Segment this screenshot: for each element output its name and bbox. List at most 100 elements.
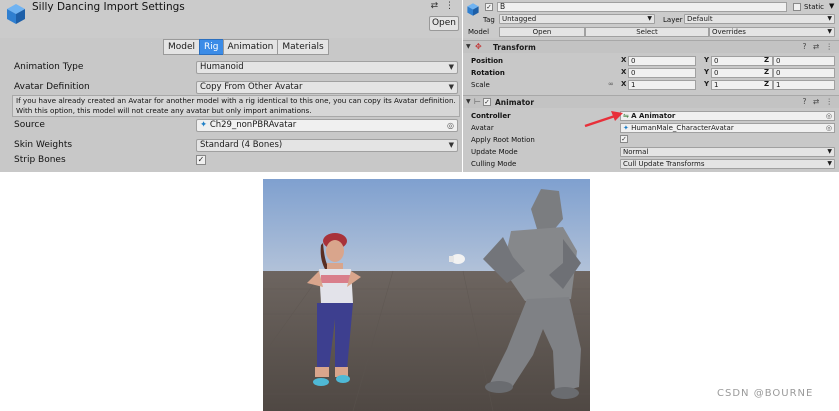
update-mode-dropdown[interactable]: Normal ▼ xyxy=(620,147,835,157)
rotation-x-field[interactable]: 0 xyxy=(628,68,696,78)
tag-dropdown[interactable]: Untagged ▼ xyxy=(499,14,655,24)
rotation-label: Rotation xyxy=(471,69,505,77)
gameobject-active-checkbox[interactable]: ✓ xyxy=(485,3,493,11)
overrides-label: Overrides xyxy=(712,28,746,36)
import-settings-panel: Silly Dancing Import Settings ⇄ ⋮ Open M… xyxy=(0,0,462,172)
animation-type-row: Animation Type Humanoid ▼ xyxy=(0,60,462,76)
strip-bones-checkbox[interactable]: ✓ xyxy=(196,155,206,165)
avatar-label: Avatar xyxy=(471,124,494,132)
layer-value: Default xyxy=(687,15,713,23)
dropdown-arrow-icon: ▼ xyxy=(448,63,454,71)
object-picker-icon[interactable]: ◎ xyxy=(826,112,832,120)
avatar-value: HumanMale_CharacterAvatar xyxy=(631,124,734,132)
y-axis-label: Y xyxy=(704,68,710,76)
position-row: Position X 0 Y 0 Z 0 xyxy=(463,56,839,67)
static-checkbox[interactable] xyxy=(793,3,801,11)
model-select-button[interactable]: Select xyxy=(585,27,709,37)
animation-type-value: Humanoid xyxy=(200,62,244,72)
avatar-definition-label: Avatar Definition xyxy=(14,82,90,92)
avatar-icon: ✦ xyxy=(200,120,208,130)
skin-weights-value: Standard (4 Bones) xyxy=(200,140,283,150)
avatar-help-box: If you have already created an Avatar fo… xyxy=(12,95,460,117)
import-settings-header: Silly Dancing Import Settings ⇄ ⋮ Open xyxy=(0,0,462,38)
culling-mode-dropdown[interactable]: Cull Update Transforms ▼ xyxy=(620,159,835,169)
prefab-icon xyxy=(467,3,479,16)
annotation-arrow-icon xyxy=(584,111,623,128)
rotation-row: Rotation X 0 Y 0 Z 0 xyxy=(463,68,839,79)
position-z-field[interactable]: 0 xyxy=(773,56,835,66)
model-open-button[interactable]: Open xyxy=(499,27,585,37)
header-menu-icons[interactable]: ⇄ ⋮ xyxy=(431,1,456,11)
help-text-line-2: With this option, this model will not cr… xyxy=(16,106,312,115)
watermark: CSDN @BOURNE xyxy=(717,388,814,399)
foldout-arrow-icon[interactable]: ▼ xyxy=(466,43,471,50)
position-x-field[interactable]: 0 xyxy=(628,56,696,66)
object-picker-icon[interactable]: ◎ xyxy=(447,120,454,131)
update-mode-label: Update Mode xyxy=(471,148,518,156)
tab-rig[interactable]: Rig xyxy=(199,39,224,55)
skin-weights-label: Skin Weights xyxy=(14,140,73,150)
layer-dropdown[interactable]: Default ▼ xyxy=(684,14,835,24)
scale-label: Scale xyxy=(471,81,490,89)
dropdown-arrow-icon: ▼ xyxy=(448,141,454,149)
avatar-definition-dropdown[interactable]: Copy From Other Avatar ▼ xyxy=(196,81,458,94)
y-axis-label: Y xyxy=(704,56,710,64)
model-asset-icon xyxy=(7,4,25,24)
scale-row: Scale ∞ X 1 Y 1 Z 1 xyxy=(463,80,839,91)
tag-label: Tag xyxy=(483,16,495,24)
apply-root-motion-label: Apply Root Motion xyxy=(471,136,535,144)
import-settings-title: Silly Dancing Import Settings xyxy=(32,1,185,13)
dropdown-arrow-icon: ▼ xyxy=(827,160,832,167)
component-menu-icons[interactable]: ? ⇄ ⋮ xyxy=(802,97,835,106)
transform-icon: ✥ xyxy=(475,42,482,51)
scene-view[interactable] xyxy=(263,179,590,411)
transform-component-header[interactable]: ▼ ✥ Transform ? ⇄ ⋮ xyxy=(463,40,839,53)
component-menu-icons[interactable]: ? ⇄ ⋮ xyxy=(802,42,835,51)
animation-type-dropdown[interactable]: Humanoid ▼ xyxy=(196,61,458,74)
gameobject-header: ✓ B Static ▼ Tag Untagged ▼ Layer Defaul… xyxy=(463,0,839,38)
overrides-dropdown[interactable]: Overrides ▼ xyxy=(709,27,835,37)
animator-title: Animator xyxy=(495,98,535,107)
tag-value: Untagged xyxy=(502,15,537,23)
link-scale-icon[interactable]: ∞ xyxy=(608,80,614,88)
import-tabs: Model Rig Animation Materials xyxy=(163,39,329,55)
strip-bones-row: Strip Bones ✓ xyxy=(0,153,462,169)
avatar-object-field[interactable]: ✦ HumanMale_CharacterAvatar ◎ xyxy=(620,123,835,133)
foldout-arrow-icon[interactable]: ▼ xyxy=(466,98,471,105)
layer-label: Layer xyxy=(663,16,683,24)
source-label: Source xyxy=(14,120,45,130)
scene-render xyxy=(263,179,590,411)
skin-weights-dropdown[interactable]: Standard (4 Bones) ▼ xyxy=(196,139,458,152)
scale-x-field[interactable]: 1 xyxy=(628,80,696,90)
dropdown-arrow-icon: ▼ xyxy=(827,28,832,35)
open-button[interactable]: Open xyxy=(429,16,459,31)
skin-weights-row: Skin Weights Standard (4 Bones) ▼ xyxy=(0,138,462,154)
tab-animation[interactable]: Animation xyxy=(222,39,279,55)
source-value: Ch29_nonPBRAvatar xyxy=(209,120,297,130)
controller-object-field[interactable]: ⇋ A Animator ◎ xyxy=(620,111,835,121)
animator-component-header[interactable]: ▼ ⊢ ✓ Animator ? ⇄ ⋮ xyxy=(463,95,839,108)
update-mode-value: Normal xyxy=(623,148,649,156)
z-axis-label: Z xyxy=(764,68,770,76)
tab-model[interactable]: Model xyxy=(163,39,201,55)
source-object-field[interactable]: ✦ Ch29_nonPBRAvatar ◎ xyxy=(196,119,458,132)
controller-label: Controller xyxy=(471,112,511,120)
animator-enabled-checkbox[interactable]: ✓ xyxy=(483,98,491,106)
x-axis-label: X xyxy=(621,80,627,88)
object-picker-icon[interactable]: ◎ xyxy=(826,124,832,132)
x-axis-label: X xyxy=(621,68,627,76)
controller-value: A Animator xyxy=(631,112,676,120)
gameobject-name-field[interactable]: B xyxy=(497,2,787,12)
static-label: Static xyxy=(804,3,825,11)
static-dropdown-icon[interactable]: ▼ xyxy=(829,2,834,10)
scale-z-field[interactable]: 1 xyxy=(773,80,835,90)
apply-root-motion-checkbox[interactable]: ✓ xyxy=(620,135,628,143)
source-row: Source ✦ Ch29_nonPBRAvatar ◎ xyxy=(0,118,462,134)
tab-materials[interactable]: Materials xyxy=(277,39,329,55)
z-axis-label: Z xyxy=(764,80,770,88)
animation-type-label: Animation Type xyxy=(14,62,84,72)
rotation-z-field[interactable]: 0 xyxy=(773,68,835,78)
help-text-line-1: If you have already created an Avatar fo… xyxy=(16,96,456,105)
model-label: Model xyxy=(468,28,490,36)
position-label: Position xyxy=(471,57,504,65)
